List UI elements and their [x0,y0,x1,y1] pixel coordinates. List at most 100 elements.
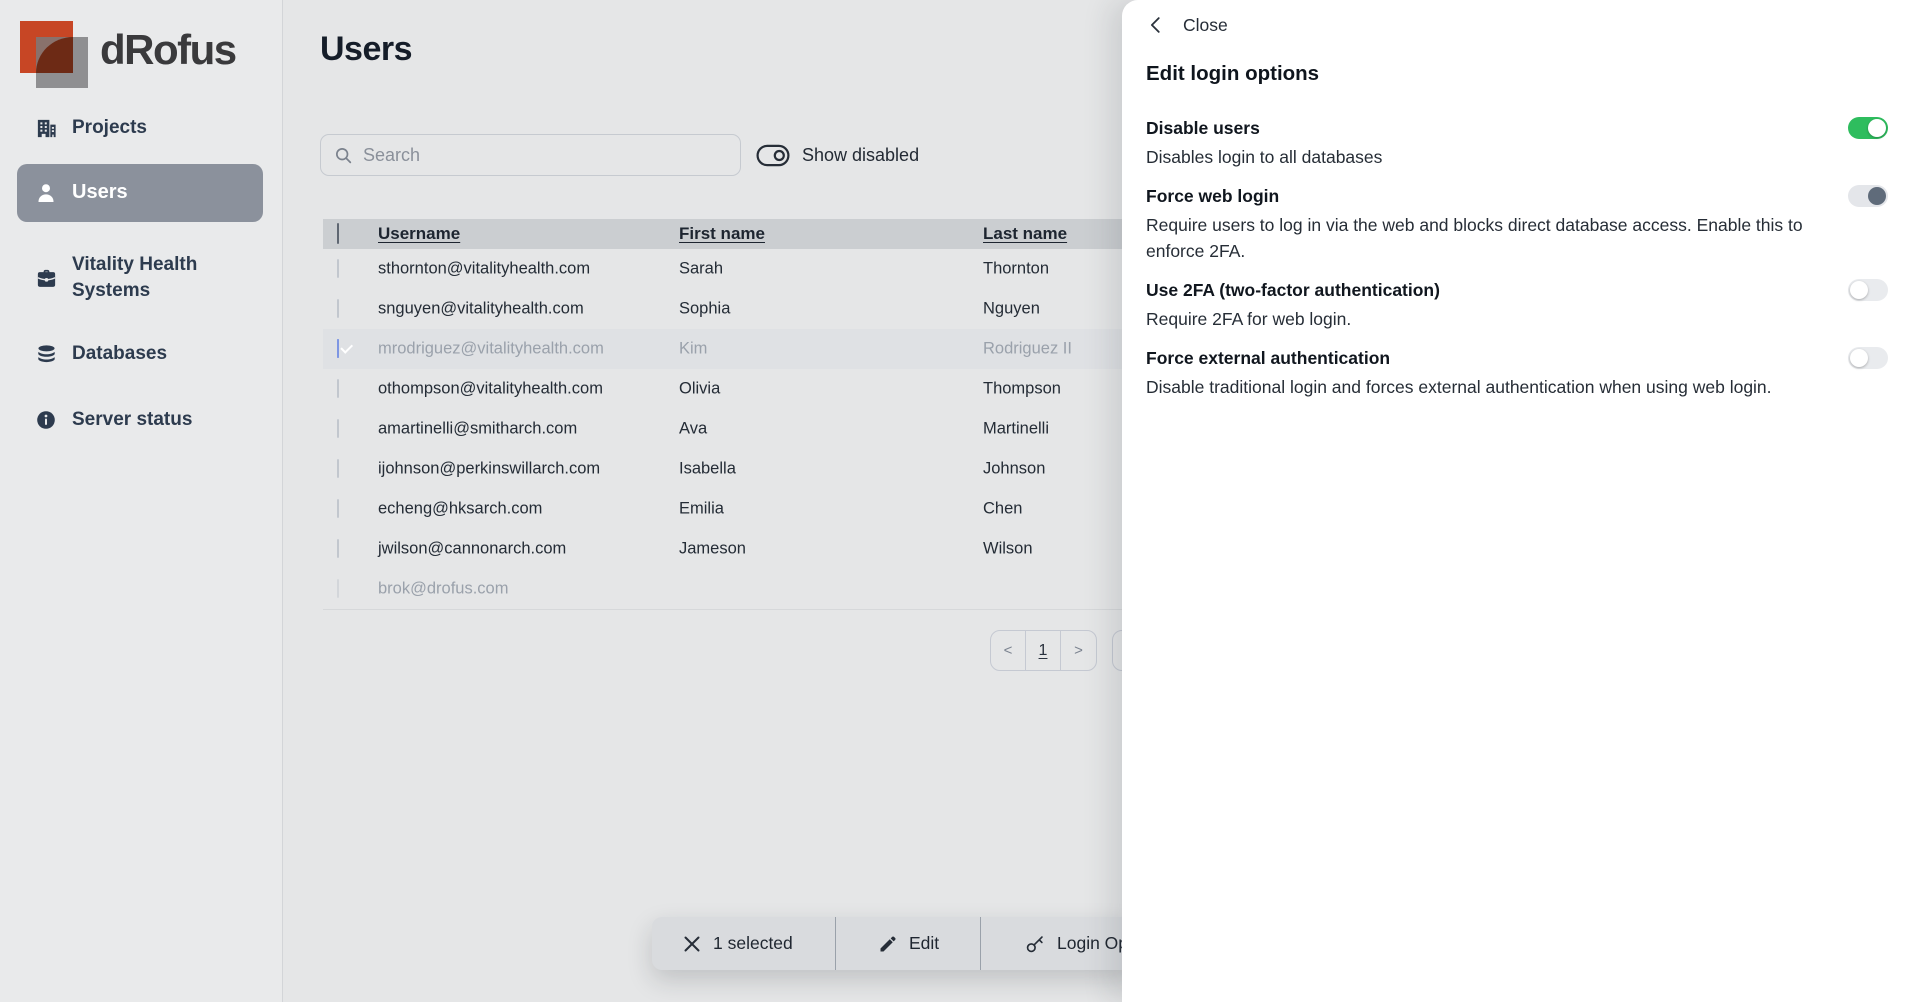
sidebar-item-label: Vitality Health Systems [72,252,262,304]
cell-first-name: Sophia [679,300,730,319]
chevron-left-icon [1146,14,1166,36]
action-bar-divider [835,917,836,970]
option-force-external-authentication: Force external authentication Disable tr… [1146,347,1888,400]
table-row[interactable]: mrodriguez@vitalityhealth.com Kim Rodrig… [323,329,1122,369]
cell-username: brok@drofus.com [378,580,508,599]
close-x-icon [682,934,702,954]
cell-last-name: Johnson [983,460,1045,479]
cell-first-name: Isabella [679,460,736,479]
building-icon [34,116,58,140]
table-row[interactable]: ijohnson@perkinswillarch.com Isabella Jo… [323,449,1122,489]
cell-first-name: Ava [679,420,707,439]
row-checkbox[interactable] [337,299,339,318]
sidebar-item-vitality-health-systems[interactable]: Vitality Health Systems [0,246,283,310]
page-title: Users [320,30,412,69]
cell-username: sthornton@vitalityhealth.com [378,260,590,279]
option-description: Require 2FA for web login. [1146,306,1811,332]
cell-username: jwilson@cannonarch.com [378,540,566,559]
option-description: Disable traditional login and forces ext… [1146,374,1811,400]
toggle-outline-icon [756,144,790,167]
disable-users-toggle[interactable] [1848,117,1888,139]
option-disable-users: Disable users Disables login to all data… [1146,117,1888,170]
cell-first-name: Jameson [679,540,746,559]
show-disabled-label: Show disabled [802,145,919,166]
column-header-username[interactable]: Username [378,224,460,244]
force-external-auth-toggle[interactable] [1848,347,1888,369]
row-checkbox[interactable] [337,379,339,398]
row-checkbox[interactable] [337,259,339,278]
column-header-first-name[interactable]: First name [679,224,765,244]
sidebar-item-label: Server status [72,407,192,433]
row-checkbox[interactable] [337,579,339,598]
edit-button[interactable]: Edit [878,917,939,970]
table-row[interactable]: amartinelli@smitharch.com Ava Martinelli [323,409,1122,449]
show-disabled-toggle[interactable]: Show disabled [756,144,919,167]
cell-username: ijohnson@perkinswillarch.com [378,460,600,479]
option-label: Disable users [1146,118,1260,139]
cell-last-name: Thompson [983,380,1061,399]
login-options-label: Login Op [1057,933,1128,954]
clear-selection-button[interactable]: 1 selected [682,917,793,970]
option-label: Force external authentication [1146,348,1390,369]
login-options-button[interactable]: Login Op [1024,917,1128,970]
key-icon [1024,933,1046,955]
cell-username: echeng@hksarch.com [378,500,542,519]
sidebar-item-users[interactable]: Users [0,164,283,222]
cell-last-name: Rodriguez II [983,340,1072,359]
option-use-2fa: Use 2FA (two-factor authentication) Requ… [1146,279,1888,332]
option-description: Disables login to all databases [1146,144,1811,170]
row-checkbox[interactable] [337,499,339,518]
table-row[interactable]: echeng@hksarch.com Emilia Chen [323,489,1122,529]
cell-last-name: Martinelli [983,420,1049,439]
cell-last-name: Chen [983,500,1022,519]
cell-first-name: Sarah [679,260,723,279]
selection-action-bar: 1 selected Edit Login Op [652,917,1134,970]
cell-username: snguyen@vitalityhealth.com [378,300,584,319]
user-icon [34,181,58,205]
info-icon [34,408,58,432]
sidebar-item-projects[interactable]: Projects [0,111,283,145]
table-row[interactable]: snguyen@vitalityhealth.com Sophia Nguyen [323,289,1122,329]
cell-username: amartinelli@smitharch.com [378,420,577,439]
use-2fa-toggle[interactable] [1848,279,1888,301]
select-all-checkbox[interactable] [337,223,339,244]
app-window: dRofus Projects Users Vitality Health Sy… [0,0,1912,1002]
cell-first-name: Olivia [679,380,720,399]
cell-first-name: Kim [679,340,707,359]
search-input[interactable] [353,135,740,175]
search-icon [334,146,353,165]
sidebar-item-label: Projects [72,115,147,141]
briefcase-icon [34,266,58,290]
edit-login-options-panel: Close Edit login options Disable users D… [1122,0,1912,1002]
database-icon [34,342,58,366]
pagination: < 1 > [990,630,1097,671]
sidebar-item-label: Databases [72,341,167,367]
table-row[interactable]: sthornton@vitalityhealth.com Sarah Thorn… [323,249,1122,289]
table-row[interactable]: jwilson@cannonarch.com Jameson Wilson [323,529,1122,569]
table-body: sthornton@vitalityhealth.com Sarah Thorn… [323,249,1122,610]
option-force-web-login: Force web login Require users to log in … [1146,185,1888,264]
pencil-icon [878,934,898,954]
pagination-page-1[interactable]: 1 [1026,631,1061,670]
cell-username: mrodriguez@vitalityhealth.com [378,340,604,359]
close-label: Close [1183,15,1228,36]
table-row[interactable]: othompson@vitalityhealth.com Olivia Thom… [323,369,1122,409]
edit-label: Edit [909,933,939,954]
table-header: Username First name Last name [323,219,1122,249]
row-checkbox[interactable] [337,339,339,358]
sidebar-item-server-status[interactable]: Server status [0,401,283,439]
action-bar-divider [980,917,981,970]
row-checkbox[interactable] [337,539,339,558]
pagination-next-button[interactable]: > [1061,631,1096,670]
pagination-prev-button[interactable]: < [991,631,1026,670]
sidebar-item-databases[interactable]: Databases [0,335,283,373]
row-checkbox[interactable] [337,419,339,438]
close-panel-button[interactable]: Close [1146,14,1228,36]
search-box [320,134,741,176]
row-checkbox[interactable] [337,459,339,478]
column-header-last-name[interactable]: Last name [983,224,1067,244]
table-row[interactable]: brok@drofus.com [323,569,1122,609]
users-table: Username First name Last name sthornton@… [323,219,1122,610]
drofus-logo-icon [20,21,90,91]
force-web-login-toggle[interactable] [1848,185,1888,207]
